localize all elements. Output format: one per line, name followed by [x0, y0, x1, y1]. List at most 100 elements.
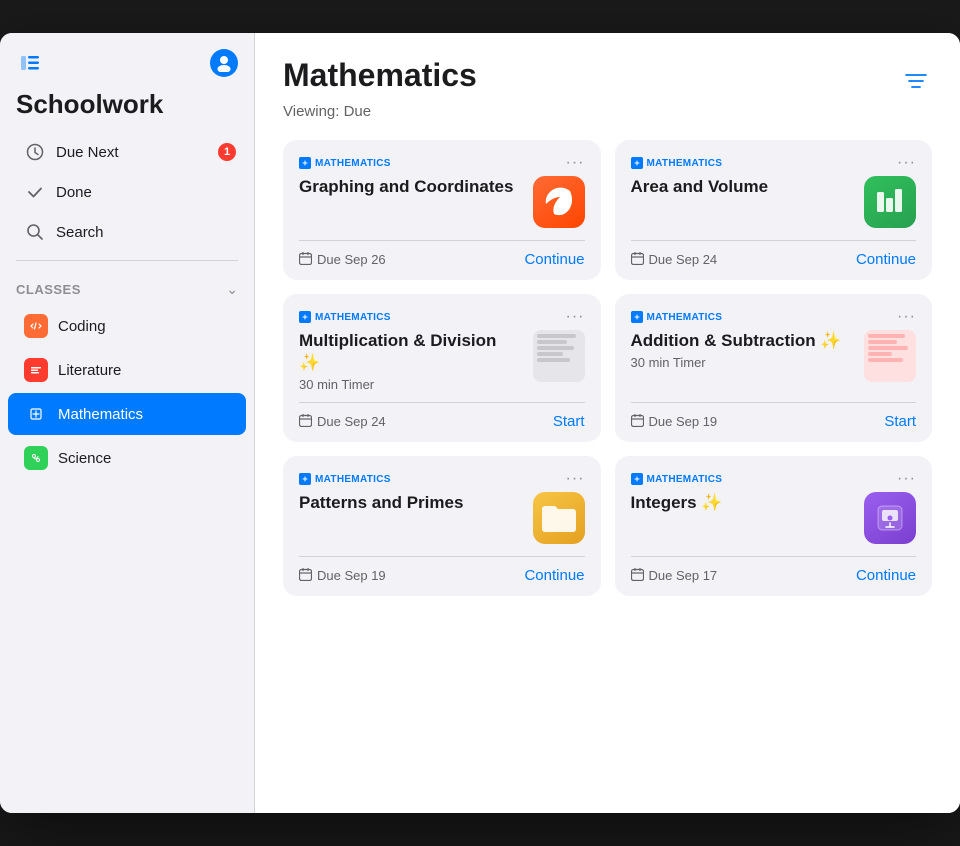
folder-app-icon — [533, 492, 585, 544]
card-area-volume: MATHEMATICS ··· Area and Volume — [615, 140, 933, 280]
subject-badge: MATHEMATICS — [299, 311, 391, 323]
subject-badge: MATHEMATICS — [299, 157, 391, 169]
card-footer: Due Sep 24 Start — [299, 402, 585, 430]
card-title: Multiplication & Division ✨ — [299, 330, 521, 374]
viewing-label: Viewing: Due — [283, 103, 932, 120]
sidebar-item-done[interactable]: Done — [8, 173, 246, 211]
sidebar-item-literature[interactable]: Literature — [8, 349, 246, 391]
filter-button[interactable] — [900, 65, 932, 97]
card-patterns-primes: MATHEMATICS ··· Patterns and Primes — [283, 456, 601, 596]
subject-badge: MATHEMATICS — [631, 473, 723, 485]
card-info: Graphing and Coordinates — [299, 176, 521, 201]
card-action-button[interactable]: Continue — [524, 567, 584, 584]
subject-badge: MATHEMATICS — [631, 157, 723, 169]
due-date: Due Sep 19 — [631, 414, 718, 430]
subject-badge: MATHEMATICS — [631, 311, 723, 323]
card-info: Patterns and Primes — [299, 492, 521, 517]
card-action-button[interactable]: Continue — [524, 251, 584, 268]
math-badge-icon — [631, 473, 643, 485]
card-more-button[interactable]: ··· — [566, 154, 585, 172]
numbers-app-icon — [864, 176, 916, 228]
checkmark-icon — [24, 181, 46, 203]
math-badge-icon — [299, 473, 311, 485]
sidebar-item-search[interactable]: Search — [8, 213, 246, 251]
calendar-icon — [631, 414, 644, 430]
card-title: Graphing and Coordinates — [299, 176, 521, 198]
literature-label: Literature — [58, 362, 121, 379]
card-title: Area and Volume — [631, 176, 853, 198]
sidebar-item-coding[interactable]: Coding — [8, 305, 246, 347]
keynote-app-icon — [864, 492, 916, 544]
card-graphing-coordinates: MATHEMATICS ··· Graphing and Coordinates — [283, 140, 601, 280]
classes-section-title: Classes — [16, 282, 81, 297]
done-label: Done — [56, 184, 92, 201]
card-header: MATHEMATICS ··· — [631, 154, 917, 172]
science-label: Science — [58, 450, 111, 467]
page-title: Mathematics — [283, 57, 477, 94]
search-icon — [24, 221, 46, 243]
calendar-icon — [631, 568, 644, 584]
math-badge-icon — [299, 157, 311, 169]
math-badge-icon — [299, 311, 311, 323]
swift-app-icon — [533, 176, 585, 228]
card-more-button[interactable]: ··· — [566, 470, 585, 488]
card-action-button[interactable]: Start — [553, 413, 585, 430]
main-content: Mathematics Viewing: Due MATHEMA — [255, 33, 960, 813]
due-date: Due Sep 17 — [631, 568, 718, 584]
card-title: Patterns and Primes — [299, 492, 521, 514]
card-more-button[interactable]: ··· — [566, 308, 585, 326]
card-footer: Due Sep 19 Continue — [299, 556, 585, 584]
card-info: Multiplication & Division ✨ 30 min Timer — [299, 330, 521, 392]
card-header: MATHEMATICS ··· — [299, 470, 585, 488]
mathematics-label: Mathematics — [58, 406, 143, 423]
toggle-sidebar-button[interactable] — [16, 49, 44, 77]
due-date: Due Sep 19 — [299, 568, 386, 584]
card-header: MATHEMATICS ··· — [299, 154, 585, 172]
card-action-button[interactable]: Continue — [856, 251, 916, 268]
card-thumbnail — [864, 330, 916, 382]
card-more-button[interactable]: ··· — [897, 308, 916, 326]
avatar[interactable] — [210, 49, 238, 77]
sidebar-divider — [16, 260, 238, 261]
card-info: Addition & Subtraction ✨ 30 min Timer — [631, 330, 853, 370]
chevron-down-icon[interactable]: ⌄ — [226, 281, 238, 298]
card-more-button[interactable]: ··· — [897, 470, 916, 488]
due-date: Due Sep 26 — [299, 252, 386, 268]
app-window: Schoolwork Due Next 1 Done — [0, 33, 960, 813]
classes-section-header: Classes ⌄ — [0, 269, 254, 304]
sidebar-item-due-next[interactable]: Due Next 1 — [8, 133, 246, 171]
card-footer: Due Sep 17 Continue — [631, 556, 917, 584]
calendar-icon — [299, 568, 312, 584]
card-info: Area and Volume — [631, 176, 853, 201]
coding-label: Coding — [58, 318, 106, 335]
card-header: MATHEMATICS ··· — [631, 308, 917, 326]
card-footer: Due Sep 26 Continue — [299, 240, 585, 268]
card-body: Graphing and Coordinates — [299, 176, 585, 230]
sidebar-item-science[interactable]: Science — [8, 437, 246, 479]
math-badge-icon — [631, 311, 643, 323]
card-addition-subtraction: MATHEMATICS ··· Addition & Subtraction ✨… — [615, 294, 933, 442]
card-footer: Due Sep 19 Start — [631, 402, 917, 430]
card-thumbnail — [533, 330, 585, 382]
app-title: Schoolwork — [0, 85, 254, 132]
cards-grid: MATHEMATICS ··· Graphing and Coordinates — [283, 140, 932, 596]
search-label: Search — [56, 224, 104, 241]
card-subtitle: 30 min Timer — [631, 355, 853, 370]
sidebar-item-mathematics[interactable]: Mathematics — [8, 393, 246, 435]
card-body: Patterns and Primes — [299, 492, 585, 546]
card-more-button[interactable]: ··· — [897, 154, 916, 172]
calendar-icon — [631, 252, 644, 268]
card-action-button[interactable]: Continue — [856, 567, 916, 584]
due-next-label: Due Next — [56, 144, 119, 161]
card-body: Addition & Subtraction ✨ 30 min Timer — [631, 330, 917, 392]
card-action-button[interactable]: Start — [884, 413, 916, 430]
mathematics-class-icon — [24, 402, 48, 426]
due-date: Due Sep 24 — [299, 414, 386, 430]
subject-badge: MATHEMATICS — [299, 473, 391, 485]
card-header: MATHEMATICS ··· — [299, 308, 585, 326]
due-date: Due Sep 24 — [631, 252, 718, 268]
card-body: Multiplication & Division ✨ 30 min Timer — [299, 330, 585, 392]
main-header: Mathematics — [283, 57, 932, 97]
card-multiplication-division: MATHEMATICS ··· Multiplication & Divisio… — [283, 294, 601, 442]
sidebar: Schoolwork Due Next 1 Done — [0, 33, 255, 813]
